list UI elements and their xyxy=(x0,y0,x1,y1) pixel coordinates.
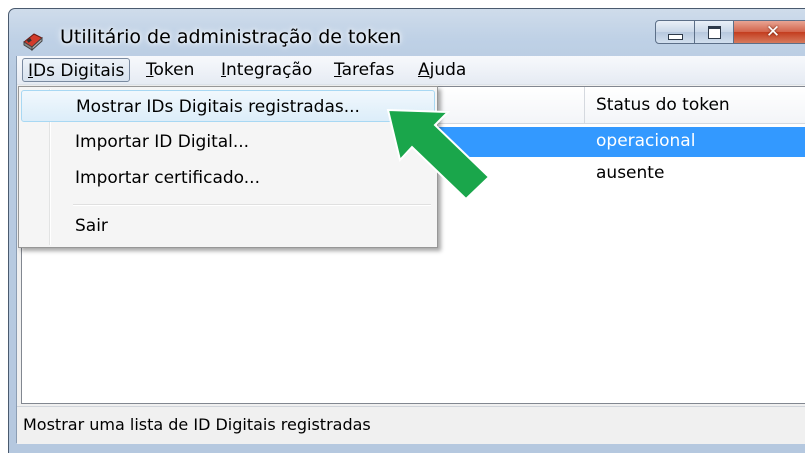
row-status: operacional xyxy=(596,131,696,151)
column-divider[interactable] xyxy=(584,87,585,123)
row-status: ausente xyxy=(596,163,665,183)
menu-item-label: Sair xyxy=(75,216,108,236)
title-bar[interactable]: Utilitário de administração de token ✕ xyxy=(8,8,805,54)
menu-token[interactable]: Token xyxy=(141,58,199,82)
menu-tarefas[interactable]: Tarefas xyxy=(329,58,399,82)
menu-ajuda[interactable]: Ajuda xyxy=(413,58,471,82)
minimize-icon xyxy=(667,34,683,40)
column-header-status[interactable]: Status do token xyxy=(596,95,730,115)
close-icon: ✕ xyxy=(765,22,781,42)
ids-digitais-menu: Mostrar IDs Digitais registradas... Impo… xyxy=(18,86,438,248)
menu-integracao[interactable]: Integração xyxy=(216,58,317,82)
maximize-button[interactable] xyxy=(694,20,734,44)
close-button[interactable]: ✕ xyxy=(733,20,805,44)
menu-item-sair[interactable]: Sair xyxy=(21,210,435,242)
menu-item-importar-id[interactable]: Importar ID Digital... xyxy=(21,126,435,158)
maximize-icon xyxy=(707,25,721,39)
menu-item-label: Importar certificado... xyxy=(75,168,260,188)
menu-item-label: Importar ID Digital... xyxy=(75,132,250,152)
menu-ids-digitais[interactable]: IDs Digitais xyxy=(22,58,131,82)
window-title: Utilitário de administração de token xyxy=(60,26,402,48)
status-bar: Mostrar uma lista de ID Digitais registr… xyxy=(17,406,805,444)
menu-item-mostrar-ids[interactable]: Mostrar IDs Digitais registradas... xyxy=(21,90,435,122)
menu-separator xyxy=(73,204,431,206)
menu-item-importar-certificado[interactable]: Importar certificado... xyxy=(21,162,435,194)
token-icon xyxy=(23,33,43,52)
status-text: Mostrar uma lista de ID Digitais registr… xyxy=(23,415,371,434)
menu-item-label: Mostrar IDs Digitais registradas... xyxy=(76,97,360,117)
minimize-button[interactable] xyxy=(655,20,695,44)
menu-bar: IDs Digitais Token Integração Tarefas Aj… xyxy=(17,56,805,85)
